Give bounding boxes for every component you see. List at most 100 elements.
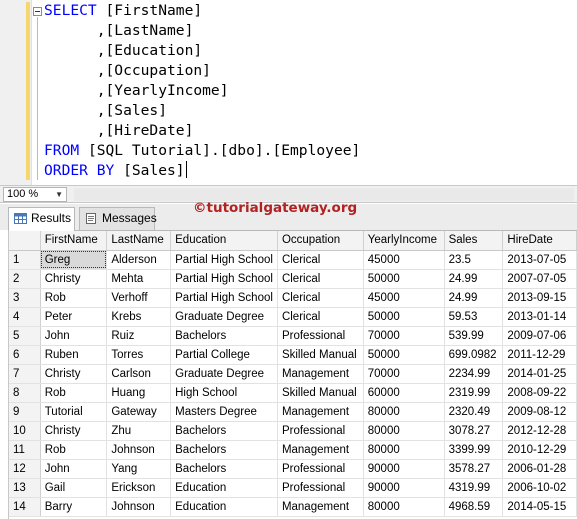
table-cell[interactable]: 3578.27 — [444, 459, 504, 479]
column-header[interactable]: Sales — [444, 231, 504, 251]
table-cell[interactable]: Graduate Degree — [170, 364, 278, 384]
code-line[interactable]: ,[Sales] — [44, 101, 167, 121]
table-cell[interactable]: 59.53 — [444, 307, 504, 327]
table-row[interactable]: 8 Rob Huang High School Skilled Manual 60000 2… — [9, 383, 577, 403]
table-cell[interactable]: 2319.99 — [444, 383, 504, 403]
table-cell[interactable]: Yang — [106, 459, 172, 479]
table-cell[interactable]: 2320.49 — [444, 402, 504, 422]
table-cell[interactable]: 2009-08-12 — [502, 402, 577, 422]
table-cell[interactable]: 2014-05-15 — [502, 497, 577, 517]
table-cell[interactable]: John — [40, 326, 108, 346]
table-row[interactable]: 4 Peter Krebs Graduate Degree Clerical 50000 5… — [9, 307, 577, 327]
table-cell[interactable]: Erickson — [106, 478, 172, 498]
table-cell[interactable]: Rob — [40, 383, 108, 403]
code-line[interactable]: FROM [SQL Tutorial].[dbo].[Employee] — [44, 141, 360, 161]
results-grid[interactable]: FirstName LastName Education Occupation Year… — [8, 230, 577, 519]
table-cell[interactable]: 60000 — [363, 383, 445, 403]
table-cell[interactable]: 90000 — [363, 459, 445, 479]
table-cell[interactable]: 50000 — [363, 269, 445, 289]
code-line[interactable]: ,[YearlyIncome] — [44, 81, 229, 101]
table-cell[interactable]: Partial High School — [170, 269, 278, 289]
row-number[interactable]: 11 — [9, 440, 41, 460]
table-cell[interactable]: Clerical — [277, 288, 364, 308]
code-line[interactable]: SELECT [FirstName] — [44, 1, 202, 21]
chevron-down-icon[interactable]: ▼ — [55, 188, 63, 201]
table-cell[interactable]: 4319.99 — [444, 478, 504, 498]
table-cell[interactable]: 80000 — [363, 497, 445, 517]
table-cell[interactable]: 45000 — [363, 250, 445, 270]
column-header[interactable]: LastName — [106, 231, 172, 251]
table-cell[interactable]: 4968.59 — [444, 497, 504, 517]
row-number[interactable]: 5 — [9, 326, 41, 346]
corner-cell[interactable] — [9, 231, 41, 251]
table-cell[interactable]: 2006-10-02 — [502, 478, 577, 498]
row-number[interactable]: 14 — [9, 497, 41, 517]
table-cell[interactable]: Management — [277, 402, 364, 422]
table-cell[interactable]: 2013-07-05 — [502, 250, 577, 270]
table-cell[interactable]: Christy — [40, 421, 108, 441]
table-cell[interactable]: Education — [170, 497, 278, 517]
column-header[interactable]: HireDate — [502, 231, 577, 251]
table-cell[interactable]: Bachelors — [170, 326, 278, 346]
table-cell[interactable]: 80000 — [363, 421, 445, 441]
table-cell[interactable]: 45000 — [363, 288, 445, 308]
query-editor[interactable]: SELECT [FirstName] ,[LastName] ,[Educati… — [0, 0, 577, 185]
table-cell[interactable]: 2012-12-28 — [502, 421, 577, 441]
table-cell[interactable]: Professional — [277, 421, 364, 441]
code-line[interactable]: ,[HireDate] — [44, 121, 194, 141]
table-cell[interactable]: 2234.99 — [444, 364, 504, 384]
table-cell[interactable]: 70000 — [363, 326, 445, 346]
table-row[interactable]: 11 Rob Johnson Bachelors Management 80000 3399… — [9, 440, 577, 460]
table-cell[interactable]: 2013-01-14 — [502, 307, 577, 327]
table-cell[interactable]: Bachelors — [170, 421, 278, 441]
table-cell[interactable]: Christy — [40, 364, 108, 384]
table-cell[interactable]: Verhoff — [106, 288, 172, 308]
table-cell[interactable]: Krebs — [106, 307, 172, 327]
table-cell[interactable]: 2013-09-15 — [502, 288, 577, 308]
table-cell[interactable]: Clerical — [277, 307, 364, 327]
code-line[interactable]: ,[Education] — [44, 41, 202, 61]
table-cell[interactable]: Tutorial — [40, 402, 108, 422]
table-cell[interactable]: 3078.27 — [444, 421, 504, 441]
table-cell[interactable]: Rob — [40, 440, 108, 460]
table-cell[interactable]: 2009-07-06 — [502, 326, 577, 346]
row-number[interactable]: 8 — [9, 383, 41, 403]
row-number[interactable]: 6 — [9, 345, 41, 365]
table-cell[interactable]: 699.0982 — [444, 345, 504, 365]
table-cell[interactable]: Partial High School — [170, 250, 278, 270]
table-cell[interactable]: 2007-07-05 — [502, 269, 577, 289]
table-cell[interactable]: Clerical — [277, 269, 364, 289]
table-cell[interactable]: Christy — [40, 269, 108, 289]
table-cell[interactable]: Professional — [277, 326, 364, 346]
table-cell[interactable]: Torres — [106, 345, 172, 365]
column-header[interactable]: YearlyIncome — [363, 231, 445, 251]
row-number[interactable]: 13 — [9, 478, 41, 498]
table-cell[interactable]: Gateway — [106, 402, 172, 422]
table-cell[interactable]: Education — [170, 478, 278, 498]
table-cell[interactable]: Carlson — [106, 364, 172, 384]
column-header[interactable]: FirstName — [40, 231, 108, 251]
table-cell[interactable]: Zhu — [106, 421, 172, 441]
table-cell[interactable]: John — [40, 459, 108, 479]
zoom-dropdown[interactable]: 100 % ▼ — [3, 187, 67, 202]
table-cell[interactable]: Gail — [40, 478, 108, 498]
table-cell[interactable]: Bachelors — [170, 440, 278, 460]
table-cell[interactable]: Ruiz — [106, 326, 172, 346]
row-number[interactable]: 7 — [9, 364, 41, 384]
table-row[interactable]: 14 Barry Johnson Education Management 80000 49… — [9, 497, 577, 517]
table-cell[interactable]: 80000 — [363, 402, 445, 422]
table-row[interactable]: 5 John Ruiz Bachelors Professional 70000 539.9… — [9, 326, 577, 346]
code-line[interactable]: ORDER BY [Sales] — [44, 161, 187, 181]
table-cell[interactable]: 24.99 — [444, 269, 504, 289]
table-row[interactable]: 6 Ruben Torres Partial College Skilled Manua… — [9, 345, 577, 365]
table-row[interactable]: 3 Rob Verhoff Partial High School Clerical 45… — [9, 288, 577, 308]
table-cell[interactable]: Professional — [277, 478, 364, 498]
table-cell[interactable]: Skilled Manual — [277, 345, 364, 365]
table-cell[interactable]: Peter — [40, 307, 108, 327]
table-cell[interactable]: Ruben — [40, 345, 108, 365]
row-number[interactable]: 9 — [9, 402, 41, 422]
table-cell[interactable]: Partial High School — [170, 288, 278, 308]
table-cell[interactable]: 539.99 — [444, 326, 504, 346]
code-line[interactable]: ,[LastName] — [44, 21, 194, 41]
table-cell[interactable]: 50000 — [363, 307, 445, 327]
